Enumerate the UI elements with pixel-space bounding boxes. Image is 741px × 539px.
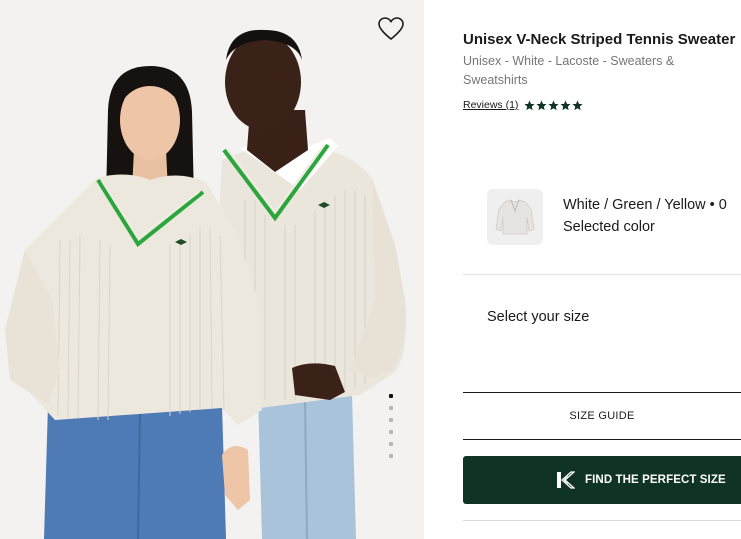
divider [463,439,741,440]
gallery-dot-6[interactable] [389,454,393,458]
reviews-summary: Reviews (1) [463,99,583,111]
sweater-thumbnail-icon [495,199,535,235]
color-swatch-selected[interactable] [487,189,543,245]
star-icon [536,100,547,110]
star-icon [572,100,583,110]
product-photo [0,0,424,539]
selected-color-name: White / Green / Yellow • 0 [563,197,727,213]
gallery-dot-2[interactable] [389,406,393,410]
gallery-dot-5[interactable] [389,442,393,446]
lacoste-k-icon [557,471,575,489]
divider [463,520,741,521]
gallery-dot-3[interactable] [389,418,393,422]
star-icon [548,100,559,110]
size-guide-button[interactable]: SIZE GUIDE [463,393,741,439]
reviews-link[interactable]: Reviews (1) [463,99,518,111]
star-icon [560,100,571,110]
product-info-panel: Unisex V-Neck Striped Tennis Sweater Uni… [424,0,741,539]
gallery-dot-4[interactable] [389,430,393,434]
gallery-pagination [388,393,394,463]
size-selector[interactable]: Select your size [487,309,589,325]
product-gallery[interactable] [0,0,424,539]
selected-color-label: Selected color [563,219,655,235]
find-perfect-size-button[interactable]: FIND THE PERFECT SIZE [463,456,741,504]
wishlist-heart-icon[interactable] [377,16,405,42]
gallery-dot-1[interactable] [389,394,393,398]
rating-stars [524,100,583,111]
product-breadcrumb: Unisex - White - Lacoste - Sweaters & Sw… [463,54,675,87]
star-icon [524,100,535,110]
product-title: Unisex V-Neck Striped Tennis Sweater [463,31,736,48]
find-perfect-size-label: FIND THE PERFECT SIZE [585,474,726,486]
divider [463,274,741,275]
